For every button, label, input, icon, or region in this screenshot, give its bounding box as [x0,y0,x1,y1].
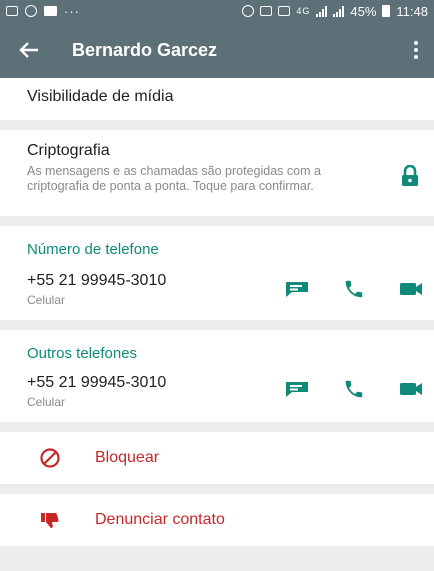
other-message-button[interactable] [282,376,312,402]
screen-icon [278,6,291,16]
phone-icon [345,380,363,398]
report-contact-row[interactable]: Denunciar contato [0,494,434,546]
overflow-menu-button[interactable] [398,22,434,78]
back-button[interactable] [0,22,58,78]
folder-notification-icon [44,6,57,16]
signal-icon [316,5,328,17]
phone-icon [345,280,363,298]
encryption-description: As mensagens e as chamadas são protegida… [27,164,321,193]
app-bar: Bernardo Garcez [0,22,434,78]
block-row[interactable]: Bloquear [0,432,434,484]
lock-icon [402,165,418,186]
other-video-call-button[interactable] [396,376,426,402]
alarm-icon [242,5,255,17]
other-phones-title: Outros telefones [27,345,138,362]
thumbs-down-icon [41,513,59,528]
video-icon [400,383,422,395]
other-phone-type: Celular [27,395,66,409]
contact-name: Bernardo Garcez [72,39,218,60]
report-contact-label: Denunciar contato [95,511,225,528]
other-phones-section: Outros telefones +55 21 99945-3010 Celul… [0,330,434,422]
media-visibility-row[interactable]: Visibilidade de mídia [0,78,434,120]
block-label: Bloquear [95,449,160,466]
phone-type: Celular [27,293,66,307]
phone-section-title: Número de telefone [27,241,159,258]
video-icon [400,283,422,295]
clock: 11:48 [396,3,428,19]
block-icon [40,448,60,468]
encryption-title: Criptografia [27,142,110,159]
nfc-icon [260,6,273,16]
battery-icon [382,5,391,17]
signal-2-icon [333,5,345,17]
phone-number-section: Número de telefone +55 21 99945-3010 Cel… [0,226,434,320]
message-icon [286,382,308,397]
encryption-row[interactable]: Criptografia As mensagens e as chamadas … [0,130,434,216]
other-call-button[interactable] [339,376,369,402]
phone-number[interactable]: +55 21 99945-3010 [27,272,166,290]
video-call-button[interactable] [396,276,426,302]
other-phone-number[interactable]: +55 21 99945-3010 [27,374,166,392]
more-vertical-icon [414,41,418,59]
gallery-notification-icon [6,6,18,16]
arrow-left-icon [19,42,38,58]
call-button[interactable] [339,276,369,302]
media-visibility-label: Visibilidade de mídia [27,88,174,105]
status-bar: ··· 4G 45% 11:48 [0,0,434,22]
battery-percent: 45% [350,3,377,19]
whatsapp-notification-icon [25,5,37,17]
network-type-indicator: 4G [296,6,311,16]
more-notifications-dots: ··· [64,3,80,19]
message-icon [286,282,308,297]
message-button[interactable] [282,276,312,302]
